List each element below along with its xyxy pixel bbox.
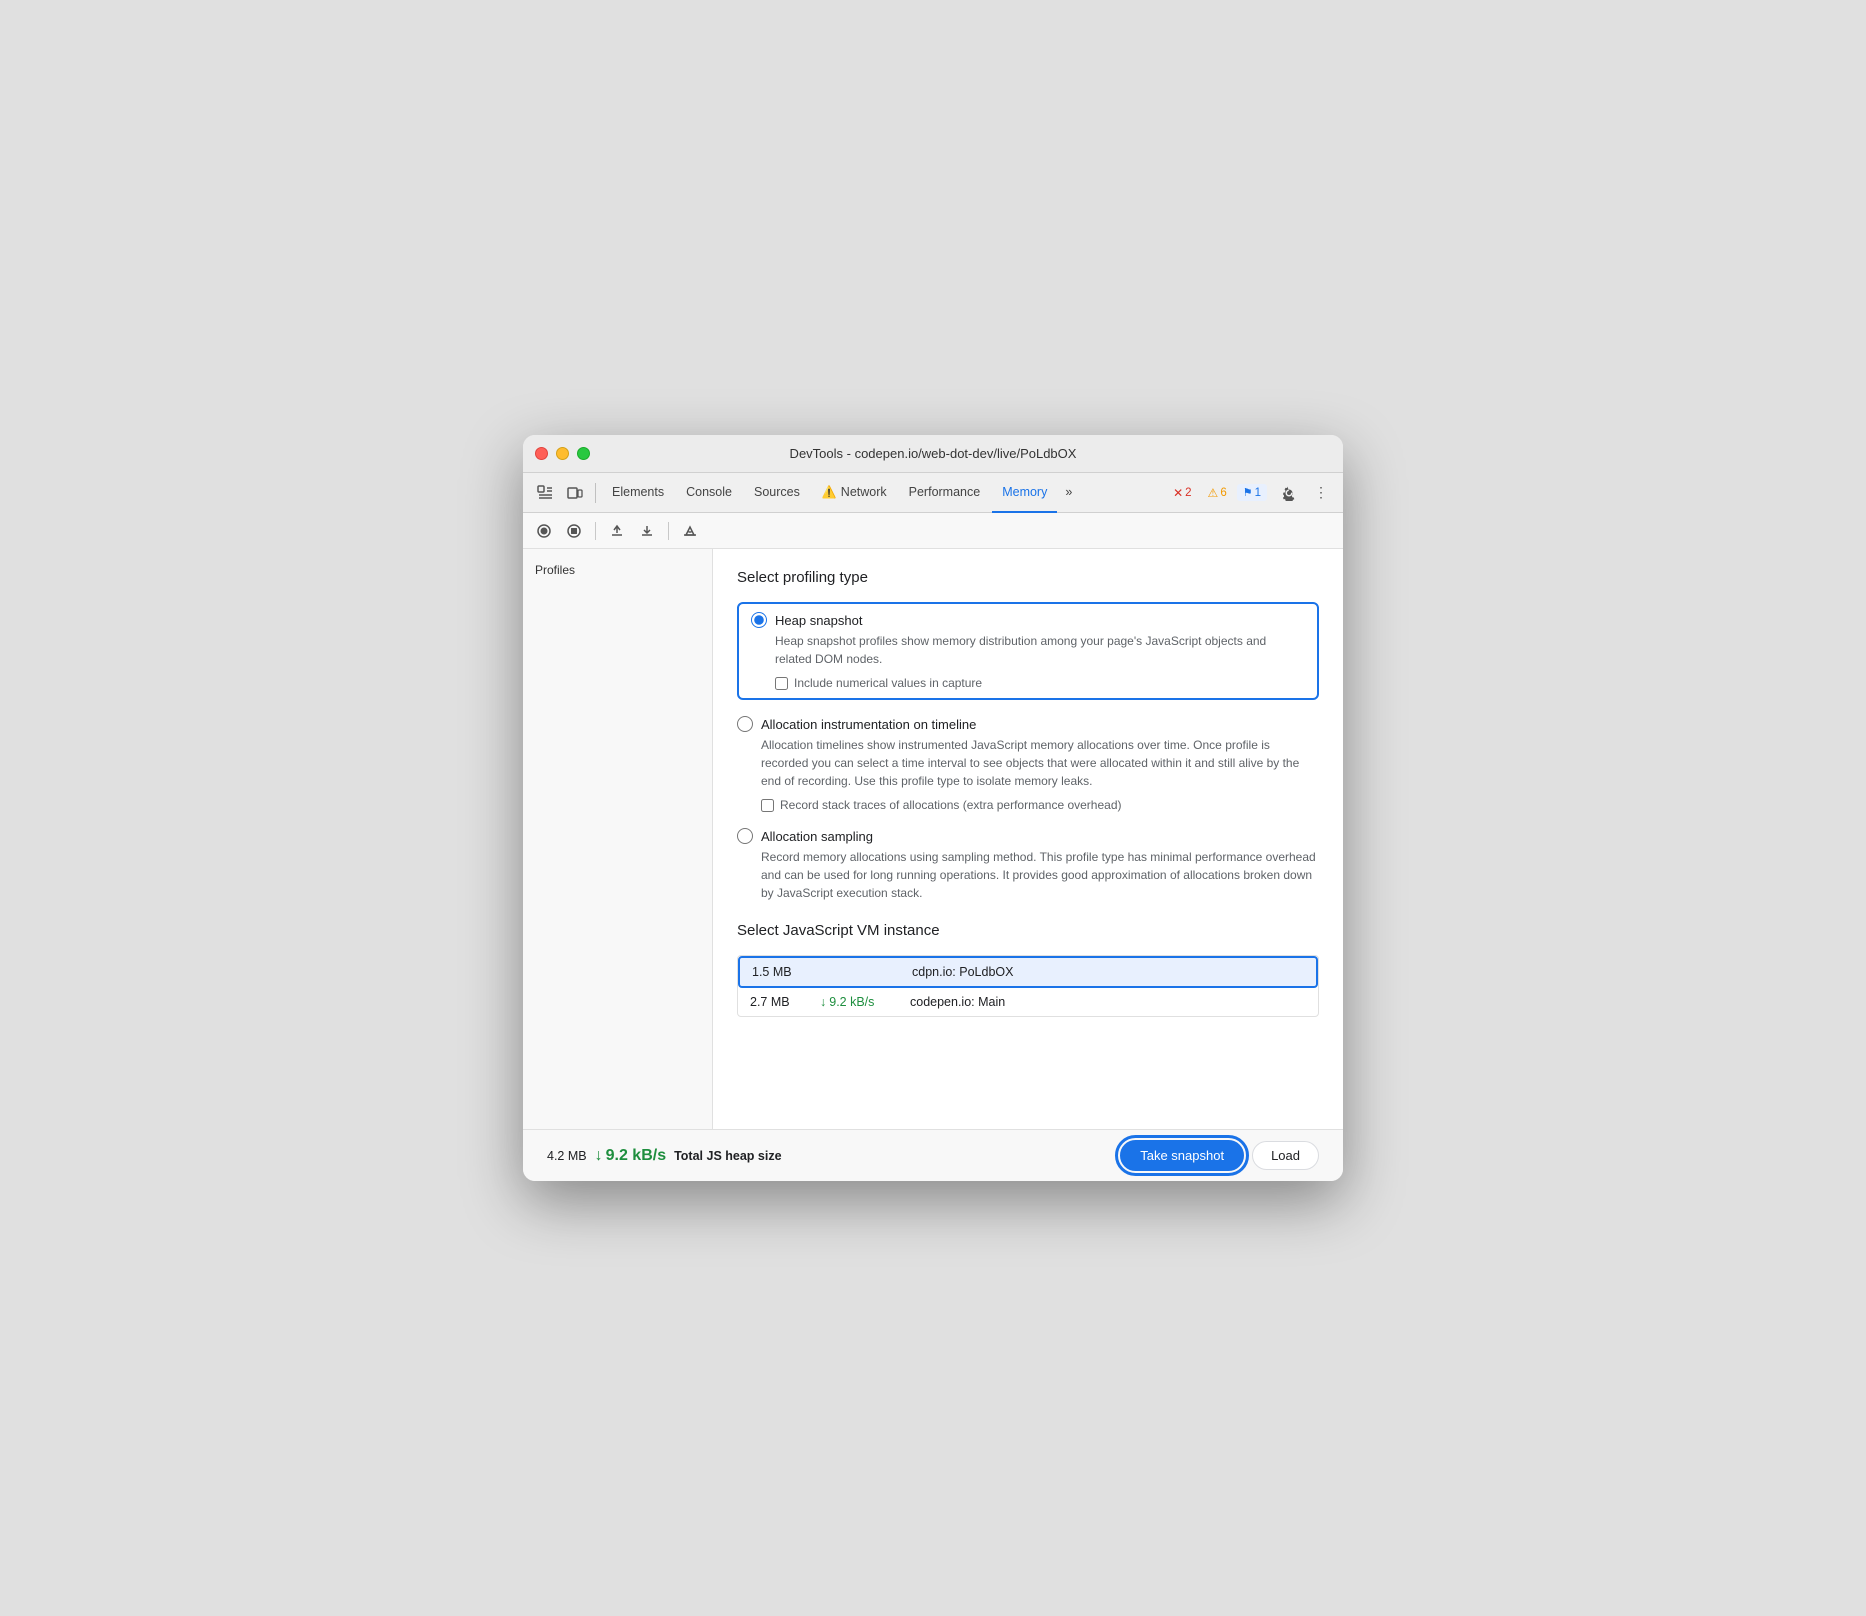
profiling-type-title: Select profiling type: [737, 569, 1319, 586]
download-icon[interactable]: [634, 518, 660, 544]
content-area: Select profiling type Heap snapshot Heap…: [713, 549, 1343, 1129]
allocation-timeline-radio[interactable]: [737, 716, 753, 732]
more-options-icon[interactable]: ⋮: [1307, 479, 1335, 507]
footer-arrow-icon: ↓: [595, 1147, 603, 1165]
footer-speed: ↓ 9.2 kB/s: [595, 1147, 666, 1165]
network-warning-icon: ⚠️: [822, 485, 837, 499]
settings-icon[interactable]: [1275, 479, 1303, 507]
footer-speed-value: 9.2 kB/s: [606, 1147, 666, 1165]
heap-snapshot-desc: Heap snapshot profiles show memory distr…: [775, 632, 1305, 668]
heap-snapshot-label: Heap snapshot: [775, 613, 862, 628]
main-area: Profiles Select profiling type Heap snap…: [523, 549, 1343, 1129]
maximize-button[interactable]: [577, 447, 590, 460]
vm-row-1[interactable]: 2.7 MB ↓ 9.2 kB/s codepen.io: Main: [738, 988, 1318, 1016]
vm-row-0[interactable]: 1.5 MB cdpn.io: PoLdbOX: [738, 956, 1318, 988]
info-badge[interactable]: ⚑ 1: [1237, 484, 1267, 501]
devtools-toolbar: Elements Console Sources ⚠️ Network Perf…: [523, 473, 1343, 513]
heap-snapshot-option[interactable]: Heap snapshot Heap snapshot profiles sho…: [737, 602, 1319, 700]
heap-snapshot-radio[interactable]: [751, 612, 767, 628]
vm-name-1: codepen.io: Main: [910, 995, 1005, 1009]
upload-icon[interactable]: [604, 518, 630, 544]
sidebar-profiles-label: Profiles: [523, 557, 712, 583]
vm-name-0: cdpn.io: PoLdbOX: [912, 965, 1013, 979]
allocation-sampling-desc: Record memory allocations using sampling…: [761, 848, 1319, 902]
devtools-window: DevTools - codepen.io/web-dot-dev/live/P…: [523, 435, 1343, 1181]
vm-table: 1.5 MB cdpn.io: PoLdbOX 2.7 MB ↓ 9.2 kB/…: [737, 955, 1319, 1017]
secondary-divider-1: [595, 522, 596, 540]
heap-snapshot-checkbox-row: Include numerical values in capture: [775, 676, 1305, 690]
vm-speed-1: ↓ 9.2 kB/s: [820, 995, 910, 1009]
footer-total-size: 4.2 MB: [547, 1149, 587, 1163]
tab-sources[interactable]: Sources: [744, 473, 810, 513]
allocation-sampling-row: Allocation sampling: [737, 828, 1319, 844]
footer-bar: 4.2 MB ↓ 9.2 kB/s Total JS heap size Tak…: [523, 1129, 1343, 1181]
titlebar: DevTools - codepen.io/web-dot-dev/live/P…: [523, 435, 1343, 473]
record-stack-traces-label: Record stack traces of allocations (extr…: [780, 798, 1122, 812]
tab-elements[interactable]: Elements: [602, 473, 674, 513]
vm-size-0: 1.5 MB: [752, 965, 822, 979]
footer-heap-label: Total JS heap size: [674, 1149, 781, 1163]
minimize-button[interactable]: [556, 447, 569, 460]
vm-section: Select JavaScript VM instance 1.5 MB cdp…: [737, 922, 1319, 1017]
speed-arrow-icon: ↓: [820, 995, 826, 1009]
include-numerical-label: Include numerical values in capture: [794, 676, 982, 690]
allocation-timeline-row: Allocation instrumentation on timeline: [737, 716, 1319, 732]
warning-badge[interactable]: ⚠ 6: [1202, 484, 1233, 502]
traffic-lights: [535, 447, 590, 460]
error-badge[interactable]: ✕ 2: [1167, 484, 1197, 502]
sidebar: Profiles: [523, 549, 713, 1129]
warning-icon: ⚠: [1208, 486, 1219, 500]
toolbar-right: ✕ 2 ⚠ 6 ⚑ 1 ⋮: [1167, 479, 1335, 507]
tab-more[interactable]: »: [1059, 473, 1078, 513]
clear-icon[interactable]: [677, 518, 703, 544]
take-snapshot-button[interactable]: Take snapshot: [1120, 1140, 1244, 1171]
tab-divider-1: [595, 483, 596, 503]
secondary-toolbar: [523, 513, 1343, 549]
allocation-timeline-option[interactable]: Allocation instrumentation on timeline A…: [737, 716, 1319, 812]
vm-section-title: Select JavaScript VM instance: [737, 922, 1319, 939]
allocation-timeline-desc: Allocation timelines show instrumented J…: [761, 736, 1319, 790]
allocation-timeline-label: Allocation instrumentation on timeline: [761, 717, 976, 732]
tab-memory[interactable]: Memory: [992, 473, 1057, 513]
allocation-sampling-label: Allocation sampling: [761, 829, 873, 844]
heap-snapshot-row: Heap snapshot: [751, 612, 1305, 628]
record-stack-traces-checkbox[interactable]: [761, 799, 774, 812]
allocation-sampling-option[interactable]: Allocation sampling Record memory alloca…: [737, 828, 1319, 902]
allocation-sampling-radio[interactable]: [737, 828, 753, 844]
include-numerical-checkbox[interactable]: [775, 677, 788, 690]
device-toggle-icon[interactable]: [561, 479, 589, 507]
info-icon: ⚑: [1243, 486, 1253, 499]
record-button[interactable]: [531, 518, 557, 544]
inspect-element-icon[interactable]: [531, 479, 559, 507]
error-icon: ✕: [1173, 486, 1183, 500]
tab-performance[interactable]: Performance: [899, 473, 991, 513]
window-title: DevTools - codepen.io/web-dot-dev/live/P…: [790, 446, 1077, 461]
tab-network[interactable]: ⚠️ Network: [812, 473, 897, 513]
vm-speed-value-1: 9.2 kB/s: [829, 995, 874, 1009]
close-button[interactable]: [535, 447, 548, 460]
tab-console[interactable]: Console: [676, 473, 742, 513]
vm-size-1: 2.7 MB: [750, 995, 820, 1009]
load-button[interactable]: Load: [1252, 1141, 1319, 1170]
stop-button[interactable]: [561, 518, 587, 544]
secondary-divider-2: [668, 522, 669, 540]
allocation-timeline-checkbox-row: Record stack traces of allocations (extr…: [761, 798, 1319, 812]
